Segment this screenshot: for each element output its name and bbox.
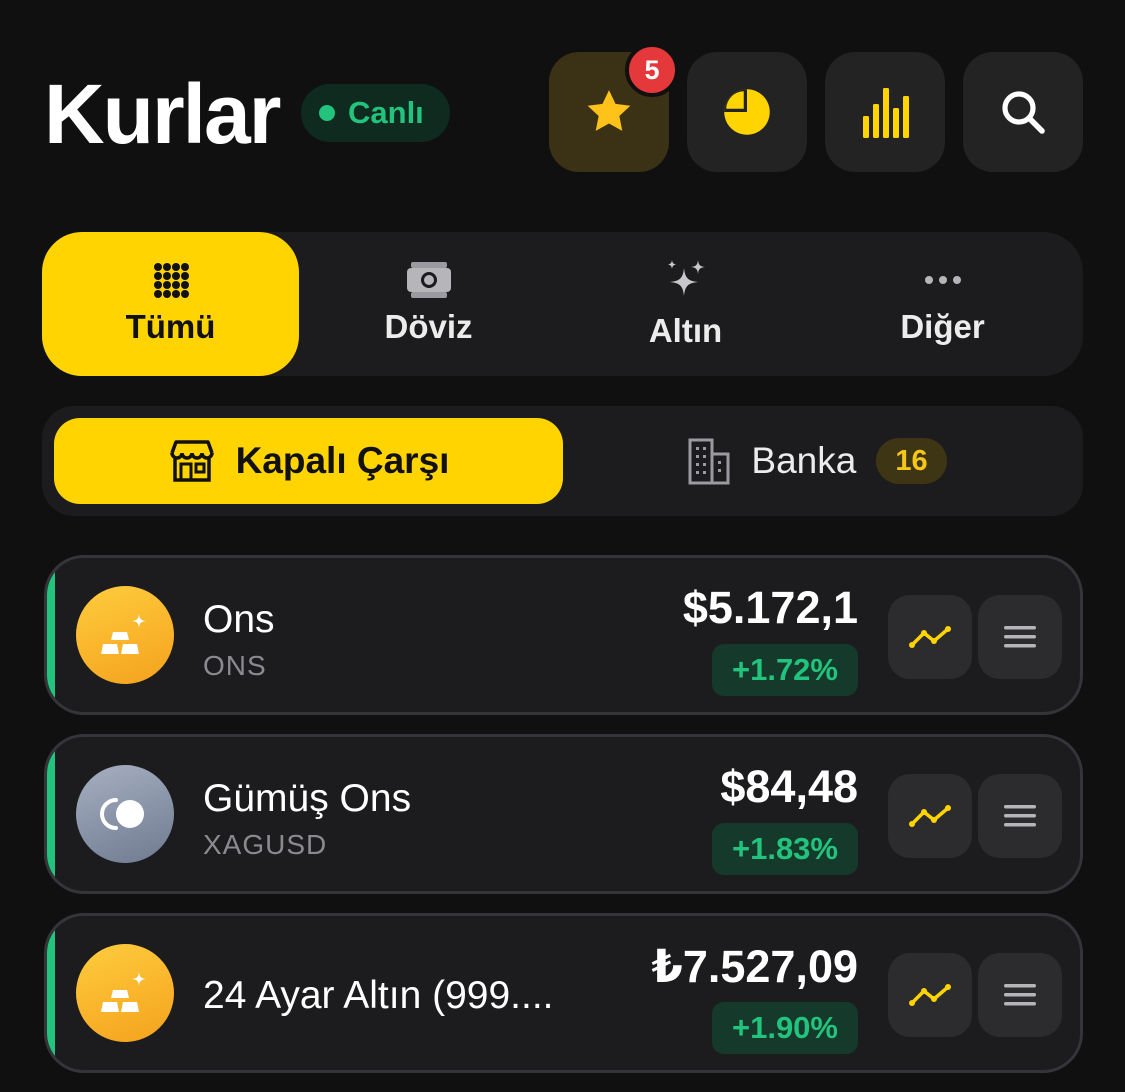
tab-gold[interactable]: Altın bbox=[557, 232, 814, 376]
building-icon bbox=[688, 438, 730, 485]
search-button[interactable] bbox=[963, 52, 1083, 172]
portfolio-button[interactable] bbox=[687, 52, 807, 172]
rate-change-badge: +1.83% bbox=[711, 823, 858, 875]
page-title: Kurlar bbox=[44, 67, 281, 161]
gold-bars-icon bbox=[101, 972, 146, 1012]
more-icon bbox=[924, 276, 961, 284]
rate-change-badge: +1.72% bbox=[711, 644, 858, 696]
tab-other[interactable]: Diğer bbox=[814, 232, 1071, 376]
segment-grand-bazaar-label: Kapalı Çarşı bbox=[235, 440, 450, 481]
rate-change-badge: +1.90% bbox=[711, 1002, 858, 1054]
trend-line-icon bbox=[909, 626, 951, 648]
rate-chart-button[interactable] bbox=[888, 774, 972, 858]
pie-chart-icon bbox=[724, 89, 770, 135]
rate-code: ONS bbox=[203, 650, 267, 681]
tab-all[interactable]: Tümü bbox=[42, 232, 299, 376]
star-icon bbox=[587, 90, 631, 131]
rate-card-accent bbox=[47, 737, 55, 891]
segment-bank[interactable]: Banka 16 bbox=[563, 418, 1071, 504]
rate-menu-button[interactable] bbox=[978, 953, 1062, 1037]
rate-chart-button[interactable] bbox=[888, 953, 972, 1037]
search-icon bbox=[1002, 91, 1045, 134]
rate-menu-button[interactable] bbox=[978, 595, 1062, 679]
menu-icon bbox=[1004, 626, 1036, 648]
favorites-count-badge: 5 bbox=[625, 43, 679, 97]
statistics-button[interactable] bbox=[825, 52, 945, 172]
rate-card-accent bbox=[47, 916, 55, 1070]
sparkles-icon bbox=[667, 260, 705, 296]
store-icon bbox=[169, 440, 214, 482]
rate-code: XAGUSD bbox=[203, 829, 328, 860]
tab-gold-label: Altın bbox=[648, 312, 723, 349]
silver-avatar bbox=[76, 765, 174, 863]
rate-chart-button[interactable] bbox=[888, 595, 972, 679]
menu-icon bbox=[1004, 984, 1036, 1006]
bar-chart-icon bbox=[863, 88, 909, 138]
rates-screen: Kurlar Canlı 5 Tümü Döviz Altın Diğer Ka… bbox=[0, 0, 1125, 1092]
tab-other-label: Diğer bbox=[900, 308, 985, 345]
gold-avatar bbox=[76, 944, 174, 1042]
segment-bank-label: Banka bbox=[751, 440, 857, 481]
tab-currency-label: Döviz bbox=[384, 308, 473, 345]
rate-price: $5.172,1 bbox=[682, 582, 858, 633]
rate-price: $84,48 bbox=[720, 761, 858, 812]
rate-price: ₺7.527,09 bbox=[651, 941, 858, 992]
live-status-label: Canlı bbox=[348, 95, 424, 130]
trend-line-icon bbox=[909, 805, 951, 827]
live-dot-icon bbox=[319, 105, 335, 121]
rate-name: Ons bbox=[203, 598, 275, 641]
menu-icon bbox=[1004, 805, 1036, 827]
tab-all-label: Tümü bbox=[125, 308, 216, 345]
grid-icon bbox=[153, 263, 189, 298]
gold-avatar bbox=[76, 586, 174, 684]
segment-grand-bazaar[interactable]: Kapalı Çarşı bbox=[54, 418, 563, 504]
silver-coin-icon bbox=[100, 798, 144, 830]
category-tabs: Tümü Döviz Altın Diğer bbox=[42, 232, 1083, 376]
rate-name: 24 Ayar Altın (999.... bbox=[203, 974, 554, 1017]
gold-bars-icon bbox=[101, 614, 146, 654]
tab-currency[interactable]: Döviz bbox=[300, 232, 557, 376]
rate-card-ons[interactable]: Ons ONS $5.172,1 +1.72% bbox=[44, 555, 1083, 715]
rate-card-accent bbox=[47, 558, 55, 712]
banknote-icon bbox=[406, 262, 451, 298]
rate-card-24k-gold[interactable]: 24 Ayar Altın (999.... ₺7.527,09 +1.90% bbox=[44, 913, 1083, 1073]
live-status-badge: Canlı bbox=[301, 84, 450, 142]
trend-line-icon bbox=[909, 984, 951, 1006]
rate-card-silver-ons[interactable]: Gümüş Ons XAGUSD $84,48 +1.83% bbox=[44, 734, 1083, 894]
rate-name: Gümüş Ons bbox=[203, 777, 412, 820]
rate-menu-button[interactable] bbox=[978, 774, 1062, 858]
market-segment: Kapalı Çarşı Banka 16 bbox=[42, 406, 1083, 516]
bank-count-badge: 16 bbox=[876, 438, 947, 484]
